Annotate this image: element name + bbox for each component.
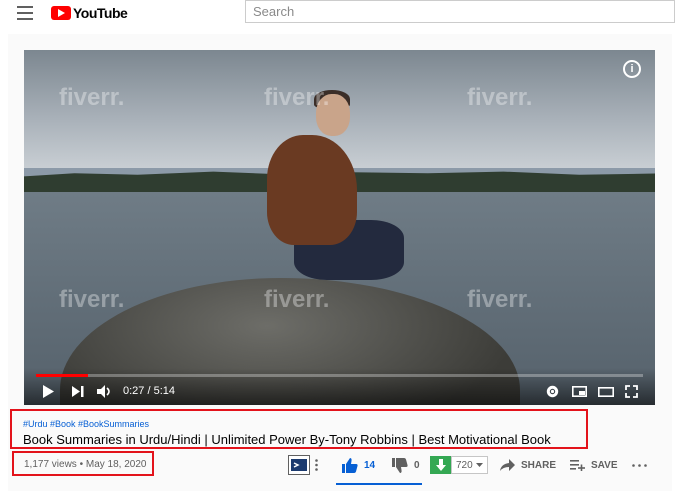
watermark: fiverr.	[467, 286, 533, 313]
youtube-logo[interactable]: YouTube	[51, 4, 128, 22]
dislike-button[interactable]: 0	[392, 454, 420, 476]
quality-value: 720	[456, 459, 473, 471]
fullscreen-icon[interactable]	[625, 385, 638, 398]
youtube-play-icon	[51, 6, 71, 20]
like-button[interactable]: 14	[342, 454, 375, 476]
logo-text: YouTube	[73, 5, 128, 21]
more-actions-button[interactable]	[632, 454, 647, 476]
top-bar: YouTube	[0, 0, 680, 30]
watermark: fiverr.	[467, 84, 533, 111]
video-player[interactable]: fiverr. fiverr. fiverr. fiverr. fiverr. …	[24, 50, 655, 405]
menu-icon[interactable]	[17, 6, 33, 20]
like-ratio-bar	[336, 483, 422, 485]
download-icon	[430, 456, 451, 474]
share-icon	[500, 459, 515, 471]
play-icon[interactable]	[42, 385, 54, 398]
dislike-count: 0	[414, 459, 420, 471]
download-button[interactable]: 720	[430, 454, 488, 476]
player-controls: 0:27 / 5:14	[24, 368, 655, 405]
watermark: fiverr.	[264, 286, 330, 313]
extension-icon	[288, 455, 310, 475]
next-icon[interactable]	[72, 386, 84, 397]
settings-gear-icon[interactable]	[546, 385, 559, 398]
more-horiz-icon	[632, 463, 647, 467]
quality-select[interactable]: 720	[451, 456, 488, 474]
more-vert-icon[interactable]	[315, 459, 318, 471]
extension-button[interactable]	[288, 454, 318, 476]
theater-mode-icon[interactable]	[598, 387, 614, 397]
playlist-add-icon	[570, 460, 585, 471]
thumbs-up-icon	[342, 457, 358, 473]
video-title: Book Summaries in Urdu/Hindi | Unlimited…	[23, 432, 551, 447]
volume-icon[interactable]	[97, 385, 113, 398]
save-button[interactable]: SAVE	[570, 454, 618, 476]
time-display: 0:27 / 5:14	[123, 385, 175, 397]
info-icon[interactable]: i	[623, 60, 641, 78]
miniplayer-icon[interactable]	[572, 386, 587, 397]
watermark: fiverr.	[59, 286, 125, 313]
search-input[interactable]	[245, 0, 675, 23]
thumbs-down-icon	[392, 457, 408, 473]
watermark: fiverr.	[59, 84, 125, 111]
watermark: fiverr.	[264, 84, 330, 111]
progress-fill	[36, 374, 89, 377]
video-scene-person-body	[267, 135, 357, 245]
share-label: SHARE	[521, 459, 557, 471]
like-count: 14	[364, 459, 376, 471]
chevron-down-icon	[475, 463, 483, 467]
video-hashtags[interactable]: #Urdu #Book #BookSummaries	[23, 419, 149, 429]
views-and-date: 1,177 views • May 18, 2020	[24, 459, 147, 470]
progress-bar[interactable]	[36, 374, 643, 377]
save-label: SAVE	[591, 459, 618, 471]
share-button[interactable]: SHARE	[500, 454, 556, 476]
